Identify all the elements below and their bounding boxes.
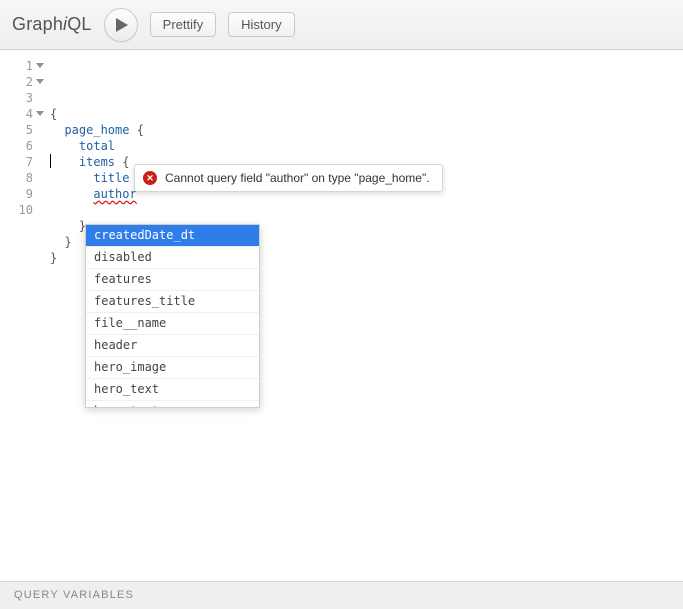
- code-line: total: [50, 138, 683, 154]
- line-number: 8: [0, 170, 36, 186]
- code-line: [50, 202, 683, 218]
- line-number: 6: [0, 138, 36, 154]
- logo-text-suffix: QL: [67, 14, 91, 34]
- line-number: 7: [0, 154, 36, 170]
- error-icon: ✕: [143, 171, 157, 185]
- autocomplete-item[interactable]: hero_image: [86, 357, 259, 379]
- autocomplete-popup[interactable]: createdDate_dtdisabledfeaturesfeatures_t…: [85, 224, 260, 408]
- execute-button[interactable]: [104, 8, 138, 42]
- error-tooltip: ✕ Cannot query field "author" on type "p…: [134, 164, 443, 192]
- line-gutter: 12345678910: [0, 50, 36, 581]
- line-number: 9: [0, 186, 36, 202]
- toolbar: GraphiQL Prettify History: [0, 0, 683, 50]
- line-number: 4: [0, 106, 36, 122]
- logo: GraphiQL: [12, 14, 92, 35]
- line-number: 10: [0, 202, 36, 218]
- prettify-button[interactable]: Prettify: [150, 12, 216, 37]
- autocomplete-item[interactable]: createdDate_dt: [86, 225, 259, 247]
- line-number: 3: [0, 90, 36, 106]
- autocomplete-item[interactable]: header: [86, 335, 259, 357]
- query-variables-bar[interactable]: Query Variables: [0, 581, 683, 609]
- history-button[interactable]: History: [228, 12, 294, 37]
- code-line: {: [50, 106, 683, 122]
- autocomplete-item[interactable]: features_title: [86, 291, 259, 313]
- autocomplete-item[interactable]: file__name: [86, 313, 259, 335]
- text-cursor: [50, 154, 51, 168]
- code-line: page_home {: [50, 122, 683, 138]
- error-message: Cannot query field "author" on type "pag…: [165, 171, 430, 185]
- autocomplete-item[interactable]: hero_text: [86, 379, 259, 401]
- play-icon: [116, 18, 128, 32]
- query-variables-label: Query Variables: [14, 589, 134, 601]
- line-number: 1: [0, 58, 36, 74]
- logo-text-prefix: Graph: [12, 14, 63, 34]
- autocomplete-item[interactable]: hero_text_raw: [86, 401, 259, 408]
- autocomplete-item[interactable]: features: [86, 269, 259, 291]
- autocomplete-item[interactable]: disabled: [86, 247, 259, 269]
- editor: 12345678910 { page_home { total items { …: [0, 50, 683, 581]
- line-number: 5: [0, 122, 36, 138]
- line-number: 2: [0, 74, 36, 90]
